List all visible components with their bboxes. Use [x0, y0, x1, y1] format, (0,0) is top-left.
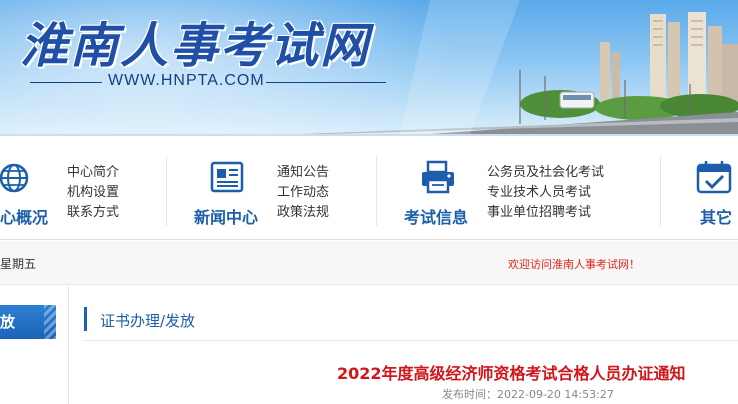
nav-link-work-updates[interactable]: 工作动态 — [277, 183, 329, 203]
breadcrumb-underline — [84, 340, 738, 341]
article-title: 2022年度高级经济师资格考试合格人员办证通知 — [337, 364, 686, 383]
nav-link-civil-servant-exam[interactable]: 公务员及社会化考试 — [487, 163, 604, 183]
url-divider-right — [266, 82, 386, 83]
nav-links-news: 通知公告 工作动态 政策法规 — [277, 163, 329, 223]
nav-group-exams: 考试信息 公务员及社会化考试 专业技术人员考试 事业单位招聘考试 — [390, 136, 650, 240]
site-banner: 淮南人事考试网 WWW.HNPTA.COM — [0, 0, 738, 134]
nav-group-overview: 心概况 中心简介 机构设置 联系方式 — [0, 136, 160, 240]
welcome-message: 欢迎访问淮南人事考试网！ — [508, 258, 640, 271]
nav-link-professional-exam[interactable]: 专业技术人员考试 — [487, 183, 604, 203]
nav-title-other[interactable]: 其它 — [700, 204, 732, 228]
nav-group-other: 其它 — [680, 136, 738, 240]
main-navigation: 心概况 中心简介 机构设置 联系方式 新闻中心 通知公告 工作动态 政策法规 考… — [0, 134, 738, 240]
newspaper-icon — [210, 161, 244, 193]
globe-icon — [0, 163, 29, 193]
nav-link-center-intro[interactable]: 中心简介 — [67, 163, 119, 183]
url-divider-left — [30, 82, 102, 83]
publish-time: 发布时间：2022-09-20 14:53:27 — [442, 388, 614, 401]
site-title: 淮南人事考试网 — [20, 18, 371, 74]
site-url: WWW.HNPTA.COM — [108, 72, 265, 89]
breadcrumb-accent — [84, 307, 87, 331]
sidebar-tab-stripe — [44, 305, 56, 339]
nav-title-overview[interactable]: 心概况 — [0, 204, 48, 228]
nav-group-news: 新闻中心 通知公告 工作动态 政策法规 — [180, 136, 370, 240]
nav-link-policies[interactable]: 政策法规 — [277, 203, 329, 223]
sidebar-tab-label: 放 — [0, 313, 16, 331]
nav-separator — [660, 156, 661, 226]
breadcrumb[interactable]: 证书办理/发放 — [100, 310, 195, 331]
current-date: 星期五 — [0, 257, 37, 271]
nav-title-exams[interactable]: 考试信息 — [404, 204, 468, 228]
content-divider — [68, 286, 69, 404]
printer-icon — [422, 160, 454, 194]
nav-separator — [376, 156, 377, 226]
nav-links-overview: 中心简介 机构设置 联系方式 — [67, 163, 119, 223]
nav-link-contact[interactable]: 联系方式 — [67, 203, 119, 223]
nav-link-organization[interactable]: 机构设置 — [67, 183, 119, 203]
nav-links-exams: 公务员及社会化考试 专业技术人员考试 事业单位招聘考试 — [487, 163, 604, 223]
nav-link-announcements[interactable]: 通知公告 — [277, 163, 329, 183]
nav-link-public-institution-exam[interactable]: 事业单位招聘考试 — [487, 203, 604, 223]
sidebar-active-tab[interactable]: 放 — [0, 305, 56, 339]
nav-title-news[interactable]: 新闻中心 — [194, 204, 258, 228]
calendar-check-icon — [696, 161, 732, 194]
info-strip: 星期五 欢迎访问淮南人事考试网！ — [0, 241, 738, 285]
nav-separator — [166, 156, 167, 226]
